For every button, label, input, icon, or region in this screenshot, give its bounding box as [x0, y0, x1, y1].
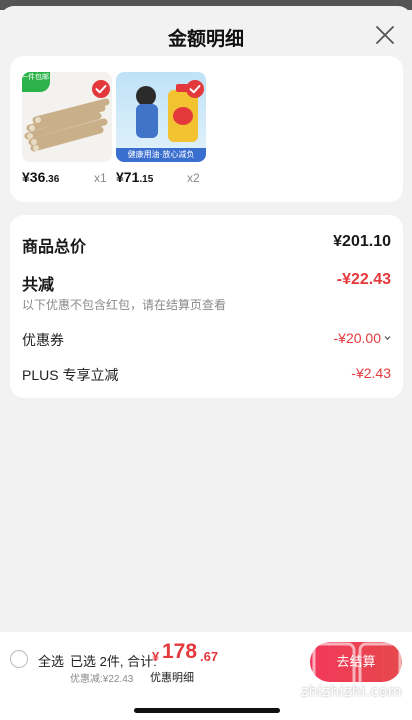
price-summary-card: 商品总价 ¥201.10 共减 -¥22.43 以下优惠不包含红包，请在结算页查… — [10, 215, 403, 398]
sum-decimal: .67 — [200, 649, 219, 664]
discount-detail-link[interactable]: 优惠明细 — [150, 669, 194, 685]
selected-count-text: 已选 2件, 合计: — [70, 654, 157, 669]
price-integer: ¥71 — [116, 169, 140, 185]
chevron-down-icon[interactable] — [384, 335, 391, 341]
plus-discount-label: PLUS 专享立减 — [22, 367, 119, 383]
price-integer: ¥36 — [22, 169, 46, 185]
free-shipping-tag: 一件包邮 — [22, 72, 50, 92]
product-price: ¥36.36 — [22, 169, 59, 185]
select-all-radio[interactable] — [10, 650, 28, 668]
total-label: 商品总价 — [22, 239, 87, 256]
total-value: ¥201.10 — [333, 233, 391, 250]
watermark-url: zhizhizhi.com — [300, 684, 402, 700]
product-quantity: x1 — [94, 171, 107, 185]
checkmark-icon[interactable] — [186, 80, 204, 98]
product-item[interactable]: 一件包邮 — [22, 72, 112, 162]
sum-integer: 178 — [162, 640, 198, 663]
reduction-value: -¥22.43 — [336, 271, 391, 288]
plus-discount-value: -¥2.43 — [351, 365, 391, 381]
product-price: ¥71.15 — [116, 169, 153, 185]
discount-note: 以下优惠不包含红包，请在结算页查看 — [22, 298, 227, 312]
price-decimal: .36 — [45, 174, 60, 185]
sheet-title: 金额明细 — [167, 29, 244, 50]
reduction-label: 共减 — [22, 277, 55, 294]
checkmark-icon[interactable] — [92, 80, 110, 98]
sum-currency: ¥ — [152, 649, 160, 664]
price-decimal: .15 — [139, 174, 154, 185]
product-item[interactable]: 健康用油·放心减负 — [116, 72, 206, 162]
products-card: 一件包邮 ¥36.36 x1 健康用油·放心减负 ¥71.15 x2 — [10, 56, 403, 202]
coupon-label: 优惠券 — [22, 332, 64, 348]
coupon-value: -¥20.00 — [333, 330, 381, 346]
product-banner: 健康用油·放心减负 — [127, 150, 195, 159]
home-indicator — [134, 708, 280, 713]
select-all-label[interactable]: 全选 — [38, 651, 64, 670]
discount-total-text: 优惠减:¥22.43 — [70, 674, 134, 685]
close-button[interactable] — [374, 24, 396, 46]
checkout-bar: 全选 已选 2件, 合计: ¥ 178 .67 优惠减:¥22.43 优惠明细 … — [0, 632, 412, 720]
product-quantity: x2 — [187, 171, 200, 185]
close-icon — [376, 26, 394, 44]
